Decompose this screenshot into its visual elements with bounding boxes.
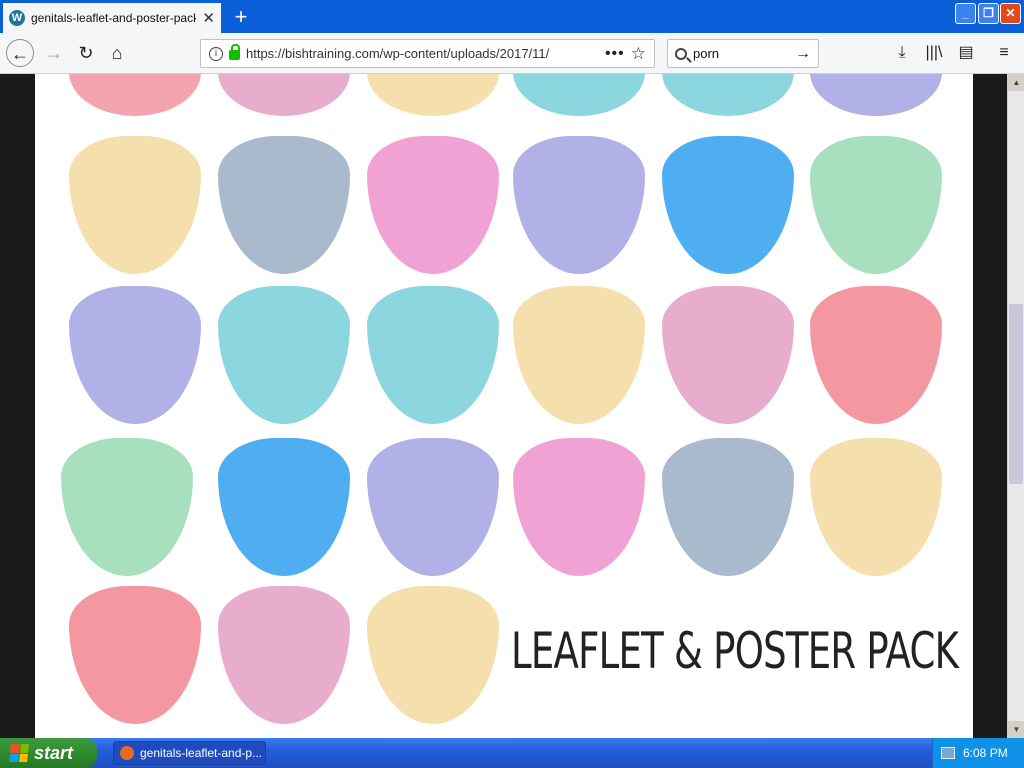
system-tray: 6:08 PM: [932, 738, 1024, 768]
menu-button[interactable]: ≡: [990, 39, 1018, 67]
home-button[interactable]: ⌂: [103, 39, 131, 67]
taskbar: start genitals-leaflet-and-p... 6:08 PM: [0, 738, 1024, 768]
firefox-icon: [120, 746, 134, 760]
sidebar-button[interactable]: ▤: [952, 39, 980, 67]
illustration-placeholder: [69, 586, 201, 724]
search-input[interactable]: porn: [693, 46, 789, 61]
reload-icon: ↻: [78, 43, 94, 63]
illustration-placeholder: [513, 136, 645, 274]
illustration-placeholder: [662, 438, 794, 576]
taskbar-window-button[interactable]: genitals-leaflet-and-p...: [113, 741, 266, 765]
illustration-placeholder: [61, 438, 193, 576]
illustration-placeholder: [367, 286, 499, 424]
illustration-placeholder: [513, 438, 645, 576]
page-viewport: LEAFLET & POSTER PACK: [0, 74, 1024, 738]
illustration-placeholder: [69, 74, 201, 116]
window-close-button[interactable]: ✕: [1000, 3, 1021, 24]
illustration-placeholder: [218, 586, 350, 724]
library-icon: |||\: [925, 44, 943, 61]
arrow-right-icon: →: [45, 43, 63, 63]
illustration-placeholder: [513, 286, 645, 424]
illustration-placeholder: [810, 136, 942, 274]
network-icon[interactable]: [941, 747, 955, 759]
tab-strip: W genitals-leaflet-and-poster-pack.p ✕ +…: [0, 0, 1024, 33]
home-icon: ⌂: [111, 43, 123, 63]
wordpress-icon: W: [9, 10, 25, 26]
illustration-placeholder: [218, 136, 350, 274]
maximize-button[interactable]: ❐: [978, 3, 999, 24]
address-bar[interactable]: i https://bishtraining.com/wp-content/up…: [200, 39, 655, 68]
tab-title: genitals-leaflet-and-poster-pack.p: [31, 11, 197, 25]
illustration-placeholder: [367, 586, 499, 724]
illustration-placeholder: [810, 74, 942, 116]
forward-button[interactable]: →: [40, 39, 68, 67]
sidebar-icon: ▤: [958, 44, 974, 61]
illustration-placeholder: [810, 438, 942, 576]
arrow-left-icon: ←: [11, 44, 29, 64]
navigation-toolbar: ← → ↻ ⌂ i https://bishtraining.com/wp-co…: [0, 33, 1024, 74]
info-icon[interactable]: i: [209, 46, 223, 61]
windows-flag-icon: [9, 744, 29, 762]
download-icon: ⤓: [898, 44, 906, 61]
arrow-right-icon[interactable]: →: [795, 45, 811, 63]
hamburger-icon: ≡: [999, 44, 1009, 61]
illustration-placeholder: [662, 136, 794, 274]
illustration-placeholder: [367, 438, 499, 576]
taskbar-window-label: genitals-leaflet-and-p...: [140, 746, 263, 760]
scroll-down-button[interactable]: ▼: [1008, 721, 1024, 738]
star-icon[interactable]: ☆: [631, 44, 646, 64]
back-button[interactable]: ←: [6, 39, 34, 67]
pdf-page: LEAFLET & POSTER PACK: [35, 74, 973, 738]
start-button[interactable]: start: [0, 738, 97, 768]
illustration-placeholder: [69, 286, 201, 424]
page-headline: LEAFLET & POSTER PACK: [511, 622, 959, 680]
reload-button[interactable]: ↻: [72, 39, 100, 67]
illustration-placeholder: [218, 74, 350, 116]
library-button[interactable]: |||\: [920, 39, 948, 67]
illustration-placeholder: [810, 286, 942, 424]
illustration-placeholder: [218, 438, 350, 576]
illustration-placeholder: [662, 286, 794, 424]
illustration-placeholder: [218, 286, 350, 424]
lock-icon[interactable]: [229, 44, 240, 60]
new-tab-button[interactable]: +: [228, 4, 254, 30]
minimize-button[interactable]: _: [955, 3, 976, 24]
illustration-placeholder: [69, 136, 201, 274]
url-text[interactable]: https://bishtraining.com/wp-content/uplo…: [246, 46, 599, 61]
scroll-up-button[interactable]: ▲: [1008, 74, 1024, 91]
vertical-scrollbar[interactable]: ▲ ▼: [1007, 74, 1024, 738]
search-box[interactable]: porn →: [667, 39, 819, 68]
clock: 6:08 PM: [963, 746, 1008, 760]
close-icon[interactable]: ✕: [202, 9, 215, 27]
illustration-placeholder: [367, 136, 499, 274]
illustration-placeholder: [513, 74, 645, 116]
start-label: start: [34, 742, 74, 763]
illustration-placeholder: [662, 74, 794, 116]
search-icon: [675, 47, 687, 60]
downloads-button[interactable]: ⤓: [888, 39, 916, 67]
browser-tab[interactable]: W genitals-leaflet-and-poster-pack.p ✕: [3, 3, 221, 33]
scroll-thumb[interactable]: [1009, 304, 1023, 484]
illustration-placeholder: [367, 74, 499, 116]
more-icon[interactable]: •••: [605, 45, 625, 63]
plus-icon: +: [234, 4, 248, 29]
